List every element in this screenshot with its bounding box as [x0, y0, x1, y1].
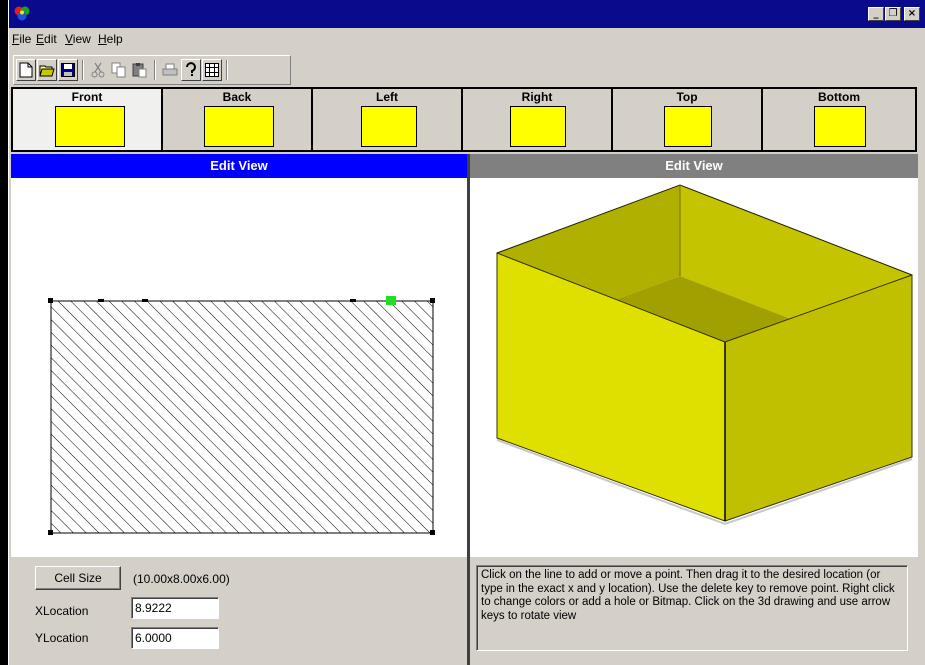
menu-edit[interactable]: Edit: [36, 32, 57, 46]
ylocation-input[interactable]: 6.0000: [131, 627, 219, 649]
copy-icon: [111, 62, 126, 78]
grid-button[interactable]: [202, 59, 222, 81]
minimize-button[interactable]: _: [868, 7, 884, 21]
help-text: Click on the line to add or move a point…: [476, 565, 908, 651]
cell-size-dimensions: (10.00x8.00x6.00): [133, 572, 230, 586]
menu-view[interactable]: View: [65, 32, 91, 46]
face-color-swatch[interactable]: [664, 106, 712, 147]
tab-label: Right: [521, 90, 553, 104]
grid-icon: [205, 63, 219, 77]
menu-help[interactable]: Help: [98, 32, 123, 46]
print-button[interactable]: [160, 59, 180, 81]
new-file-button[interactable]: [16, 59, 36, 81]
edit-view-3d[interactable]: Edit View: [470, 154, 918, 557]
tab-label: Front: [71, 90, 103, 104]
toolbar-separator: [226, 60, 228, 80]
vertex-handle[interactable]: [430, 298, 435, 303]
vertex-handle[interactable]: [48, 298, 53, 303]
toolbar-separator: [82, 60, 84, 80]
title-bar[interactable]: _ ❐ ×: [9, 0, 925, 28]
paste-button[interactable]: [130, 59, 150, 81]
face-color-swatch[interactable]: [204, 106, 274, 147]
close-button[interactable]: ×: [904, 7, 920, 21]
selected-vertex-handle[interactable]: [386, 296, 396, 305]
tab-top[interactable]: Top: [613, 89, 763, 150]
ylocation-label: YLocation: [35, 631, 89, 645]
menu-bar: File Edit View Help: [9, 28, 925, 50]
tab-label: Back: [222, 90, 252, 104]
question-mark-icon: [186, 62, 196, 76]
xlocation-input[interactable]: 8.9222: [131, 597, 219, 619]
tab-back[interactable]: Back: [163, 89, 313, 150]
paste-icon: [132, 63, 147, 78]
tab-label: Top: [676, 90, 698, 104]
cut-button[interactable]: [88, 59, 108, 81]
save-button[interactable]: [58, 59, 78, 81]
printer-icon: [162, 63, 178, 76]
tab-label: Left: [376, 90, 398, 104]
edit-view-2d[interactable]: Edit View: [11, 154, 467, 557]
vertex-handle[interactable]: [350, 299, 356, 302]
xlocation-label: XLocation: [35, 604, 89, 618]
vertex-handle[interactable]: [98, 299, 104, 302]
app-window: _ ❐ × File Edit View Help Front Back Lef…: [8, 0, 925, 665]
location-controls: Cell Size (10.00x8.00x6.00) XLocation 8.…: [11, 557, 467, 665]
box-3d-canvas[interactable]: [470, 178, 918, 557]
face-tabs: Front Back Left Right Top Bottom: [11, 87, 917, 152]
face-polygon[interactable]: [50, 300, 434, 534]
tab-right[interactable]: Right: [463, 89, 613, 150]
menu-file[interactable]: File: [12, 32, 31, 46]
scissors-icon: [91, 62, 105, 78]
toolbar-separator: [154, 60, 156, 80]
floppy-disk-icon: [61, 63, 75, 77]
face-canvas[interactable]: [11, 178, 467, 557]
toolbar: [13, 55, 291, 85]
tab-front[interactable]: Front: [13, 89, 163, 150]
tab-left[interactable]: Left: [313, 89, 463, 150]
help-panel: Click on the line to add or move a point…: [470, 557, 918, 665]
restore-button[interactable]: ❐: [885, 7, 901, 21]
vertex-handle[interactable]: [48, 530, 53, 535]
open-file-button[interactable]: [37, 59, 57, 81]
cell-size-button[interactable]: Cell Size: [35, 566, 121, 590]
new-file-icon: [19, 62, 33, 78]
face-color-swatch[interactable]: [55, 106, 125, 147]
help-button[interactable]: [181, 59, 201, 81]
tab-bottom[interactable]: Bottom: [763, 89, 915, 150]
open-folder-icon: [39, 65, 55, 77]
face-color-swatch[interactable]: [361, 106, 417, 147]
face-color-swatch[interactable]: [814, 106, 866, 147]
app-icon: [14, 6, 30, 21]
copy-button[interactable]: [109, 59, 129, 81]
face-color-swatch[interactable]: [510, 106, 566, 147]
edit-view-2d-header: Edit View: [11, 154, 467, 178]
vertex-handle[interactable]: [430, 530, 435, 535]
tab-label: Bottom: [818, 90, 860, 104]
edit-view-3d-header: Edit View: [470, 154, 918, 178]
vertex-handle[interactable]: [142, 299, 148, 302]
